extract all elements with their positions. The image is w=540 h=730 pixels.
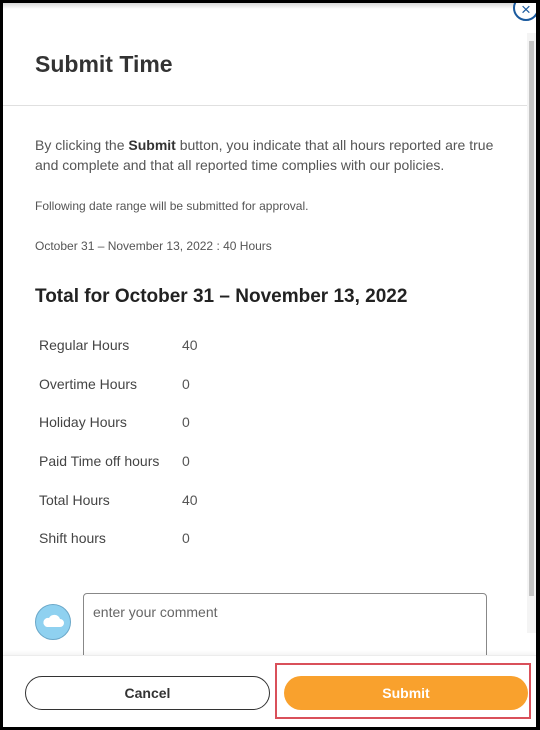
top-shadow (3, 3, 536, 9)
hours-value: 0 (182, 414, 190, 431)
submit-button[interactable]: Submit (284, 676, 528, 710)
hours-label: Shift hours (39, 530, 106, 547)
attestation-text: By clicking the Submit button, you indic… (35, 135, 505, 175)
hours-value: 0 (182, 453, 190, 470)
dialog-footer: Cancel Submit (3, 655, 536, 727)
hours-value: 40 (182, 337, 198, 353)
scrollbar-thumb[interactable] (529, 41, 534, 596)
hours-value: 0 (182, 530, 190, 547)
submit-time-dialog: × Submit Time By clicking the Submit but… (3, 3, 536, 727)
hours-label: Paid Time off hours (39, 453, 160, 470)
total-title: Total for October 31 – November 13, 2022 (35, 286, 408, 307)
dialog-title: Submit Time (35, 51, 173, 77)
hours-value: 0 (182, 375, 190, 392)
attestation-prefix: By clicking the (35, 137, 129, 153)
approval-note: Following date range will be submitted f… (35, 199, 309, 213)
range-summary: October 31 – November 13, 2022 : 40 Hour… (35, 239, 272, 253)
attestation-bold: Submit (128, 137, 176, 153)
hours-label: Regular Hours (39, 337, 130, 353)
close-icon[interactable]: × (513, 3, 536, 21)
hours-value: 40 (182, 491, 198, 508)
hours-label: Overtime Hours (39, 375, 138, 392)
avatar (35, 604, 71, 640)
header-divider (3, 105, 527, 106)
hours-label: Total Hours (39, 491, 110, 508)
cancel-button[interactable]: Cancel (25, 676, 270, 710)
cloud-icon (43, 614, 64, 627)
hours-label: Holiday Hours (39, 414, 127, 431)
